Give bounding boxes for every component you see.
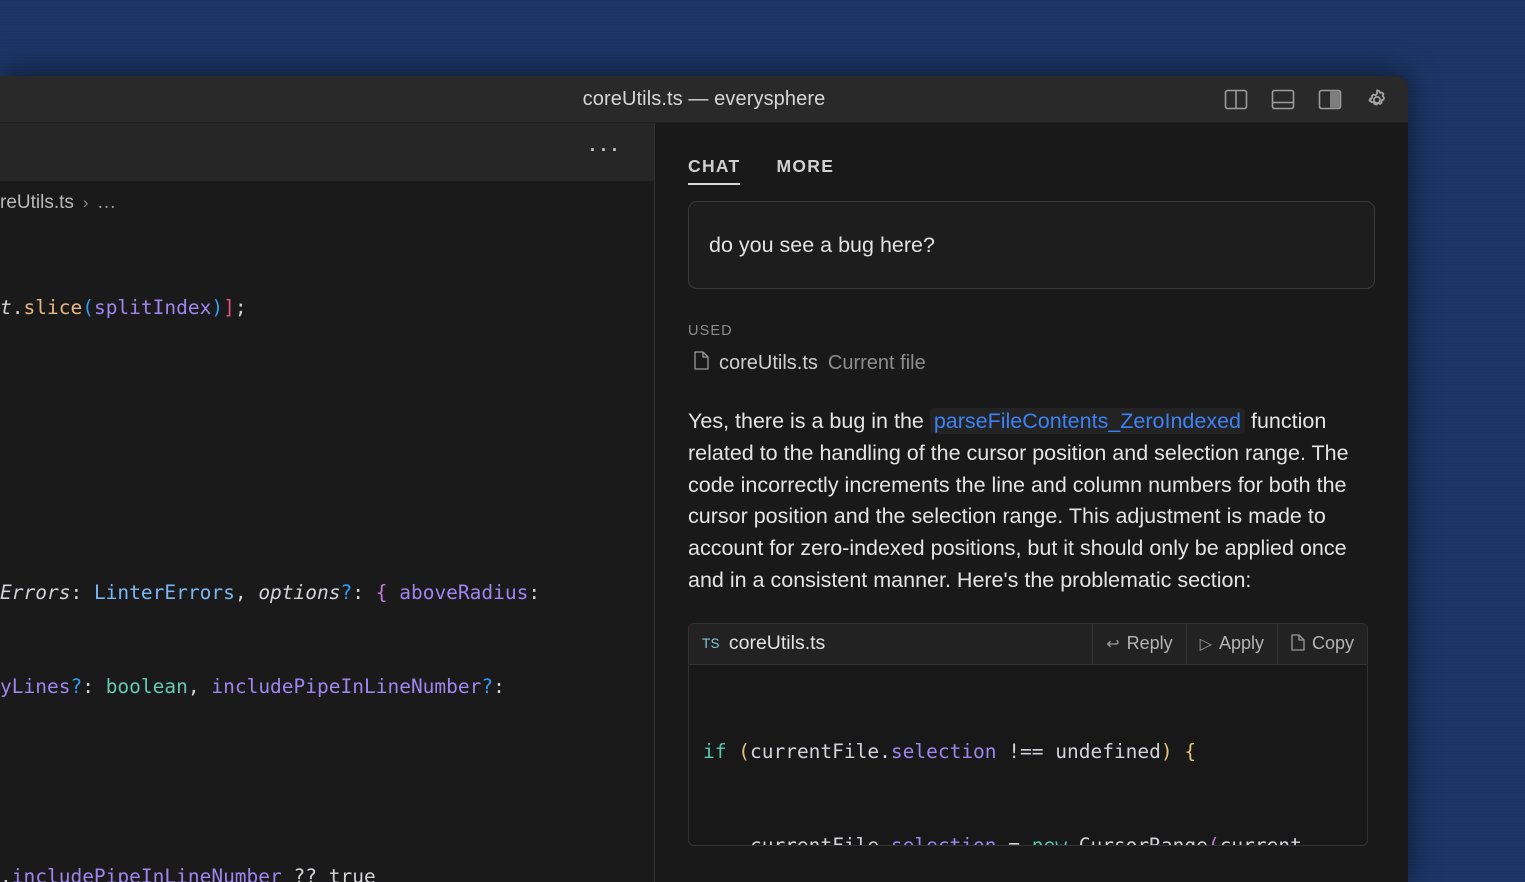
copy-icon: [1291, 634, 1305, 653]
gear-icon[interactable]: [1364, 87, 1390, 113]
assistant-text-part2: function related to the handling of the …: [688, 409, 1349, 592]
code-block-title: TS coreUtils.ts: [689, 632, 1092, 655]
title-bar: coreUtils.ts — everysphere: [0, 76, 1408, 123]
editor-pane: ··· reUtils.ts › ... t.slice(splitIndex)…: [0, 123, 655, 882]
copy-button-label: Copy: [1311, 633, 1354, 654]
tab-more[interactable]: MORE: [777, 156, 835, 185]
chat-pane: CHAT MORE do you see a bug here? USED co…: [655, 123, 1408, 882]
bottom-panel-icon[interactable]: [1270, 87, 1296, 113]
code-line: yLines?: boolean, includePipeInLineNumbe…: [0, 675, 505, 699]
apply-button[interactable]: ▷ Apply: [1185, 623, 1277, 665]
breadcrumb[interactable]: reUtils.ts › ...: [0, 181, 654, 225]
play-triangle-icon: ▷: [1199, 635, 1212, 653]
used-context-section: USED coreUtils.ts Current file: [688, 323, 1375, 376]
editor-more-button[interactable]: ···: [582, 135, 627, 167]
typescript-badge-icon: TS: [702, 636, 720, 652]
chat-scroll-area[interactable]: do you see a bug here? USED coreUtils.ts…: [655, 185, 1408, 882]
copy-button[interactable]: Copy: [1276, 623, 1367, 665]
editor-code-area[interactable]: t.slice(splitIndex)]; Errors: LinterErro…: [0, 225, 654, 882]
tab-chat[interactable]: CHAT: [688, 156, 741, 185]
split-panel-icon[interactable]: [1223, 87, 1249, 113]
user-message-text: do you see a bug here?: [709, 232, 935, 257]
window-controls: [1223, 76, 1390, 123]
right-panel-icon[interactable]: [1317, 87, 1343, 113]
used-file-subtitle: Current file: [827, 352, 926, 374]
code-line: currentFile.selection = new CursorRange(…: [703, 830, 1367, 844]
window-title: coreUtils.ts — everysphere: [582, 87, 826, 110]
code-block-header: TS coreUtils.ts ↩ Reply ▷ Apply Copy: [689, 623, 1367, 665]
code-line: .includePipeInLineNumber ?? true: [0, 864, 376, 882]
code-block-body[interactable]: if (currentFile.selection !== undefined)…: [689, 665, 1367, 845]
window-body: ··· reUtils.ts › ... t.slice(splitIndex)…: [0, 123, 1408, 882]
apply-button-label: Apply: [1218, 633, 1264, 654]
chat-tabs: CHAT MORE: [655, 123, 1408, 185]
file-icon: [694, 351, 709, 376]
used-file-item[interactable]: coreUtils.ts Current file: [688, 351, 1375, 376]
breadcrumb-file[interactable]: reUtils.ts: [0, 192, 74, 214]
code-block-filename: coreUtils.ts: [728, 632, 826, 655]
breadcrumb-ellipsis[interactable]: ...: [98, 192, 117, 214]
editor-toolbar: ···: [0, 123, 654, 181]
code-line: Errors: LinterErrors, options?: { aboveR…: [0, 580, 541, 604]
reply-button[interactable]: ↩ Reply: [1092, 623, 1185, 665]
code-line: if (currentFile.selection !== undefined)…: [703, 739, 1197, 763]
code-line: t.slice(splitIndex)];: [0, 296, 247, 320]
chevron-right-icon: ›: [82, 193, 89, 212]
app-window: coreUtils.ts — everysphere ··· reUtils.t…: [0, 76, 1408, 882]
reply-arrow-icon: ↩: [1106, 635, 1120, 653]
code-block: TS coreUtils.ts ↩ Reply ▷ Apply Copy if …: [688, 622, 1368, 846]
inline-code-function-name[interactable]: parseFileContents_ZeroIndexed: [929, 408, 1245, 434]
reply-button-label: Reply: [1126, 633, 1173, 654]
assistant-text-part1: Yes, there is a bug in the: [688, 409, 930, 433]
assistant-response-text: Yes, there is a bug in the parseFileCont…: [688, 406, 1375, 597]
user-message-bubble[interactable]: do you see a bug here?: [688, 201, 1375, 289]
used-label: USED: [688, 323, 733, 339]
used-file-name: coreUtils.ts: [719, 352, 818, 374]
